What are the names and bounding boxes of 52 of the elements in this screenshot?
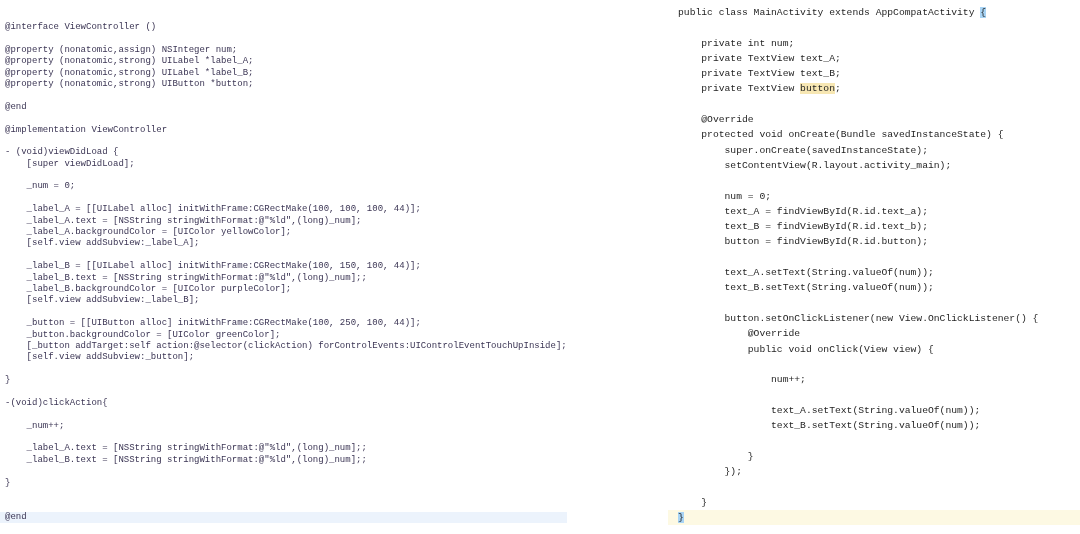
code-line: [_button addTarget:self action:@selector(clickAction) forControlEvents:UIControlEventTouchUpInside]; [25, 340, 567, 352]
code-line: public void onClick(View view) { [746, 342, 935, 357]
code-line: } [4, 375, 12, 387]
code-line: _num++; [25, 420, 66, 433]
code-line: _label_A.backgroundColor = [UIColor yellowColor]; [25, 227, 293, 238]
code-line: text_A.setText(String.valueOf(num)); [723, 266, 935, 281]
code-line: @Override [746, 327, 802, 342]
code-line: @property (nonatomic,strong) UIButton *button; [4, 78, 255, 91]
code-line: text_B.setText(String.valueOf(num)); [770, 419, 982, 433]
code-line: _label_A.text = [NSString stringWithFormat:@"%ld",(long)_num]; [25, 215, 363, 227]
code-line: setContentView(R.layout.activity_main); [723, 158, 953, 173]
code-line: [self.view addSubview:_button]; [25, 352, 196, 364]
code-line: private int num; [700, 36, 796, 51]
code-line: protected void onCreate(Bundle savedInstanceState) { [700, 128, 1005, 143]
code-line: num++; [770, 373, 807, 388]
code-line: text_B = findViewById(R.id.text_b); [723, 220, 929, 235]
code-line: public class MainActivity extends AppCompatActivity { [677, 6, 988, 20]
code-line: _button = [[UIButton alloc] initWithFrame:CGRectMake(100, 250, 100, 44)]; [25, 318, 422, 330]
code-line: _label_B.backgroundColor = [UIColor purpleColor]; [25, 284, 293, 295]
code-line: - (void)viewDidLoad { [4, 147, 120, 159]
code-line: @property (nonatomic,strong) UILabel *label_B; [4, 67, 255, 79]
code-line: text_B.setText(String.valueOf(num)); [723, 281, 935, 296]
code-line: _label_A = [[UILabel alloc] initWithFrame:CGRectMake(100, 100, 100, 44)]; [25, 204, 422, 216]
code-line: [super viewDidLoad]; [25, 158, 136, 171]
code-line: @end [4, 101, 28, 114]
code-line: text_A = findViewById(R.id.text_a); [723, 204, 929, 219]
code-line: _button.backgroundColor = [UIColor greenColor]; [25, 329, 282, 341]
code-line: _label_A.text = [NSString stringWithFormat:@"%ld",(long)_num];; [25, 443, 368, 455]
code-line: }); [723, 464, 743, 479]
code-line: [self.view addSubview:_label_A]; [25, 238, 201, 250]
code-line: button.setOnClickListener(new View.OnClickListener() { [723, 311, 1040, 326]
code-line: super.onCreate(savedInstanceState); [723, 143, 929, 158]
code-line: } [4, 477, 12, 489]
code-line: private TextView text_A; [700, 51, 842, 66]
code-line: num = 0; [723, 189, 772, 204]
code-line: private TextView button; [700, 82, 842, 97]
code-line: [self.view addSubview:_label_B]; [25, 295, 201, 307]
code-line: } [746, 449, 755, 464]
code-line: _label_B = [[UILabel alloc] initWithFrame:CGRectMake(100, 150, 100, 44)]; [25, 261, 422, 273]
code-line: } [700, 495, 709, 510]
code-line: _label_B.text = [NSString stringWithFormat:@"%ld",(long)_num];; [25, 454, 368, 467]
code-line: @interface ViewController () [4, 22, 158, 34]
code-line: private TextView text_B; [700, 67, 842, 82]
code-line: @property (nonatomic,strong) UILabel *label_A; [4, 56, 255, 68]
code-line: text_A.setText(String.valueOf(num)); [770, 403, 982, 418]
code-line: @property (nonatomic,assign) NSInteger num; [4, 44, 239, 56]
code-line: -(void)clickAction{ [4, 397, 109, 410]
code-line: _num = 0; [25, 181, 77, 193]
code-line: button = findViewById(R.id.button); [723, 235, 929, 250]
code-line: @Override [700, 113, 755, 128]
code-line: _label_B.text = [NSString stringWithFormat:@"%ld",(long)_num];; [25, 272, 368, 284]
code-line: @implementation ViewController [4, 124, 169, 136]
